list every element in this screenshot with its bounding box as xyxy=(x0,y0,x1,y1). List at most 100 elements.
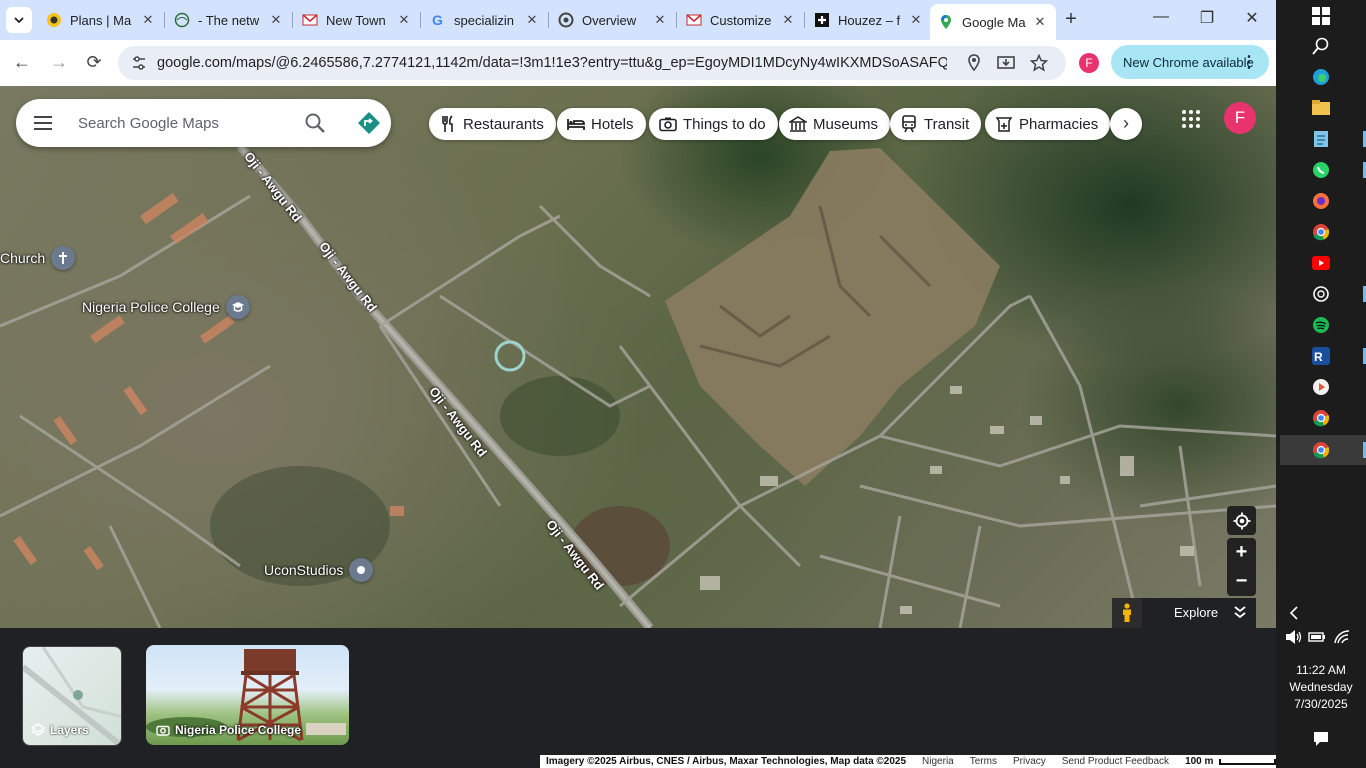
new-chrome-available-button[interactable]: New Chrome available ⋮ xyxy=(1111,45,1269,79)
edge-browser-icon[interactable] xyxy=(1311,67,1331,87)
layers-button[interactable]: Layers xyxy=(22,646,122,746)
site-info-icon[interactable] xyxy=(130,54,148,72)
my-location-button[interactable] xyxy=(1227,506,1256,535)
satellite-map[interactable]: Restaurants Hotels Things to do Museums … xyxy=(0,86,1276,628)
place-uconstudios[interactable]: UconStudios xyxy=(264,558,379,582)
google-apps-icon[interactable] xyxy=(1180,108,1202,130)
chip-label: Hotels xyxy=(591,115,634,133)
tab-title: specializin xyxy=(454,12,514,28)
chrome-profile-icon[interactable] xyxy=(1311,408,1331,428)
pegman-street-view-icon[interactable] xyxy=(1112,598,1142,628)
fork-knife-icon xyxy=(439,115,457,133)
volume-icon[interactable] xyxy=(1284,627,1304,647)
tab-search-button[interactable] xyxy=(6,7,32,33)
close-icon[interactable]: ✕ xyxy=(140,12,156,28)
more-menu-icon[interactable]: ⋮ xyxy=(1241,52,1257,72)
search-icon[interactable] xyxy=(304,112,326,134)
photo-label-group: Nigeria Police College xyxy=(156,723,301,737)
notepad-icon[interactable] xyxy=(1311,129,1331,149)
zoom-controls: + − xyxy=(1227,538,1256,596)
youtube-icon[interactable] xyxy=(1311,253,1331,273)
terms-link[interactable]: Terms xyxy=(970,756,997,767)
close-icon[interactable]: ✕ xyxy=(268,12,284,28)
place-church[interactable]: Church xyxy=(0,246,81,270)
search-icon[interactable] xyxy=(1311,36,1331,56)
zoom-out-button[interactable]: − xyxy=(1227,567,1256,596)
install-app-icon[interactable] xyxy=(997,54,1015,72)
send-feedback-link[interactable]: Send Product Feedback xyxy=(1062,756,1169,767)
chip-pharmacies[interactable]: Pharmacies xyxy=(985,108,1111,140)
scale-label[interactable]: 100 m xyxy=(1185,756,1213,767)
show-hidden-icons-chevron-icon[interactable] xyxy=(1284,603,1304,623)
tab-overview[interactable]: Overview ✕ xyxy=(550,4,676,36)
remote-app-icon[interactable]: R xyxy=(1311,346,1331,366)
chrome-icon[interactable] xyxy=(1311,222,1331,242)
windows-taskbar: R 11:22 AM Wednesday 7/30/2025 xyxy=(1276,0,1366,768)
url-text[interactable]: google.com/maps/@6.2465586,7.2774121,114… xyxy=(157,55,947,71)
close-icon[interactable]: ✕ xyxy=(524,12,540,28)
chip-museums[interactable]: Museums xyxy=(779,108,891,140)
tab-google-maps[interactable]: Google Ma ✕ xyxy=(930,4,1056,40)
chip-restaurants[interactable]: Restaurants xyxy=(429,108,556,140)
close-icon[interactable]: ✕ xyxy=(780,12,796,28)
address-bar[interactable]: google.com/maps/@6.2465586,7.2774121,114… xyxy=(118,46,1066,80)
battery-icon[interactable] xyxy=(1307,627,1327,647)
whatsapp-icon[interactable] xyxy=(1311,160,1331,180)
chip-label: Restaurants xyxy=(463,115,544,133)
zoom-in-button[interactable]: + xyxy=(1227,538,1256,567)
place-nigeria-police-college[interactable]: Nigeria Police College xyxy=(82,295,256,319)
globe-favicon xyxy=(174,12,190,28)
privacy-link[interactable]: Privacy xyxy=(1013,756,1046,767)
tab-houzez[interactable]: Houzez – f ✕ xyxy=(806,4,932,36)
close-icon[interactable]: ✕ xyxy=(652,12,668,28)
place-photo-card[interactable]: Nigeria Police College xyxy=(146,645,349,745)
windows-start-icon[interactable] xyxy=(1311,6,1331,26)
search-input[interactable] xyxy=(78,111,298,135)
tab-network[interactable]: - The netw ✕ xyxy=(166,4,292,36)
media-player-icon[interactable] xyxy=(1311,377,1331,397)
imagery-attribution: Imagery ©2025 Airbus, CNES / Airbus, Max… xyxy=(546,756,907,767)
profile-avatar[interactable]: F xyxy=(1079,53,1099,73)
chip-transit[interactable]: Transit xyxy=(890,108,982,140)
restore-button[interactable]: ❐ xyxy=(1196,8,1218,28)
tab-plans[interactable]: Plans | Ma ✕ xyxy=(38,4,164,36)
chip-hotels[interactable]: Hotels xyxy=(557,108,646,140)
layers-label: Layers xyxy=(50,723,89,737)
scale-bar xyxy=(1219,758,1276,765)
hamburger-menu-icon[interactable] xyxy=(32,113,54,133)
forward-button[interactable]: → xyxy=(47,52,71,73)
system-clock[interactable]: 11:22 AM Wednesday 7/30/2025 xyxy=(1276,662,1366,713)
spotify-icon[interactable] xyxy=(1311,315,1331,335)
reload-button[interactable]: ⟳ xyxy=(82,52,106,73)
new-tab-button[interactable]: + xyxy=(1060,8,1082,31)
location-icon[interactable] xyxy=(965,54,983,72)
school-icon xyxy=(225,295,250,319)
tab-google-search[interactable]: G specializin ✕ xyxy=(422,4,548,36)
wifi-icon[interactable] xyxy=(1332,627,1352,647)
chip-things-to-do[interactable]: Things to do xyxy=(649,108,778,140)
close-icon[interactable]: ✕ xyxy=(396,12,412,28)
pharmacy-icon xyxy=(995,115,1013,133)
train-icon xyxy=(900,115,918,133)
firefox-icon[interactable] xyxy=(1311,191,1331,211)
close-window-button[interactable]: ✕ xyxy=(1241,8,1263,28)
explore-panel-toggle[interactable]: Explore xyxy=(1112,598,1256,628)
close-icon[interactable]: ✕ xyxy=(1032,14,1048,30)
tab-new-town[interactable]: New Town ✕ xyxy=(294,4,420,36)
tab-strip: Plans | Ma ✕ - The netw ✕ New Town ✕ G s… xyxy=(0,0,1276,40)
directions-icon[interactable] xyxy=(356,110,382,136)
close-icon[interactable]: ✕ xyxy=(908,12,924,28)
bookmark-star-icon[interactable] xyxy=(1030,54,1048,72)
chatgpt-icon[interactable] xyxy=(1311,284,1331,304)
back-button[interactable]: ← xyxy=(10,52,34,73)
chevron-down-icon xyxy=(14,17,24,24)
google-account-avatar[interactable]: F xyxy=(1224,102,1256,134)
place-name: Church xyxy=(0,250,46,266)
minimize-button[interactable]: — xyxy=(1150,8,1172,26)
chips-next-button[interactable]: › xyxy=(1110,108,1142,140)
tab-customize[interactable]: Customize ✕ xyxy=(678,4,804,36)
region-link[interactable]: Nigeria xyxy=(922,756,954,767)
chrome-active-icon[interactable] xyxy=(1311,440,1331,460)
file-explorer-icon[interactable] xyxy=(1311,98,1331,118)
notifications-icon[interactable] xyxy=(1311,729,1331,749)
